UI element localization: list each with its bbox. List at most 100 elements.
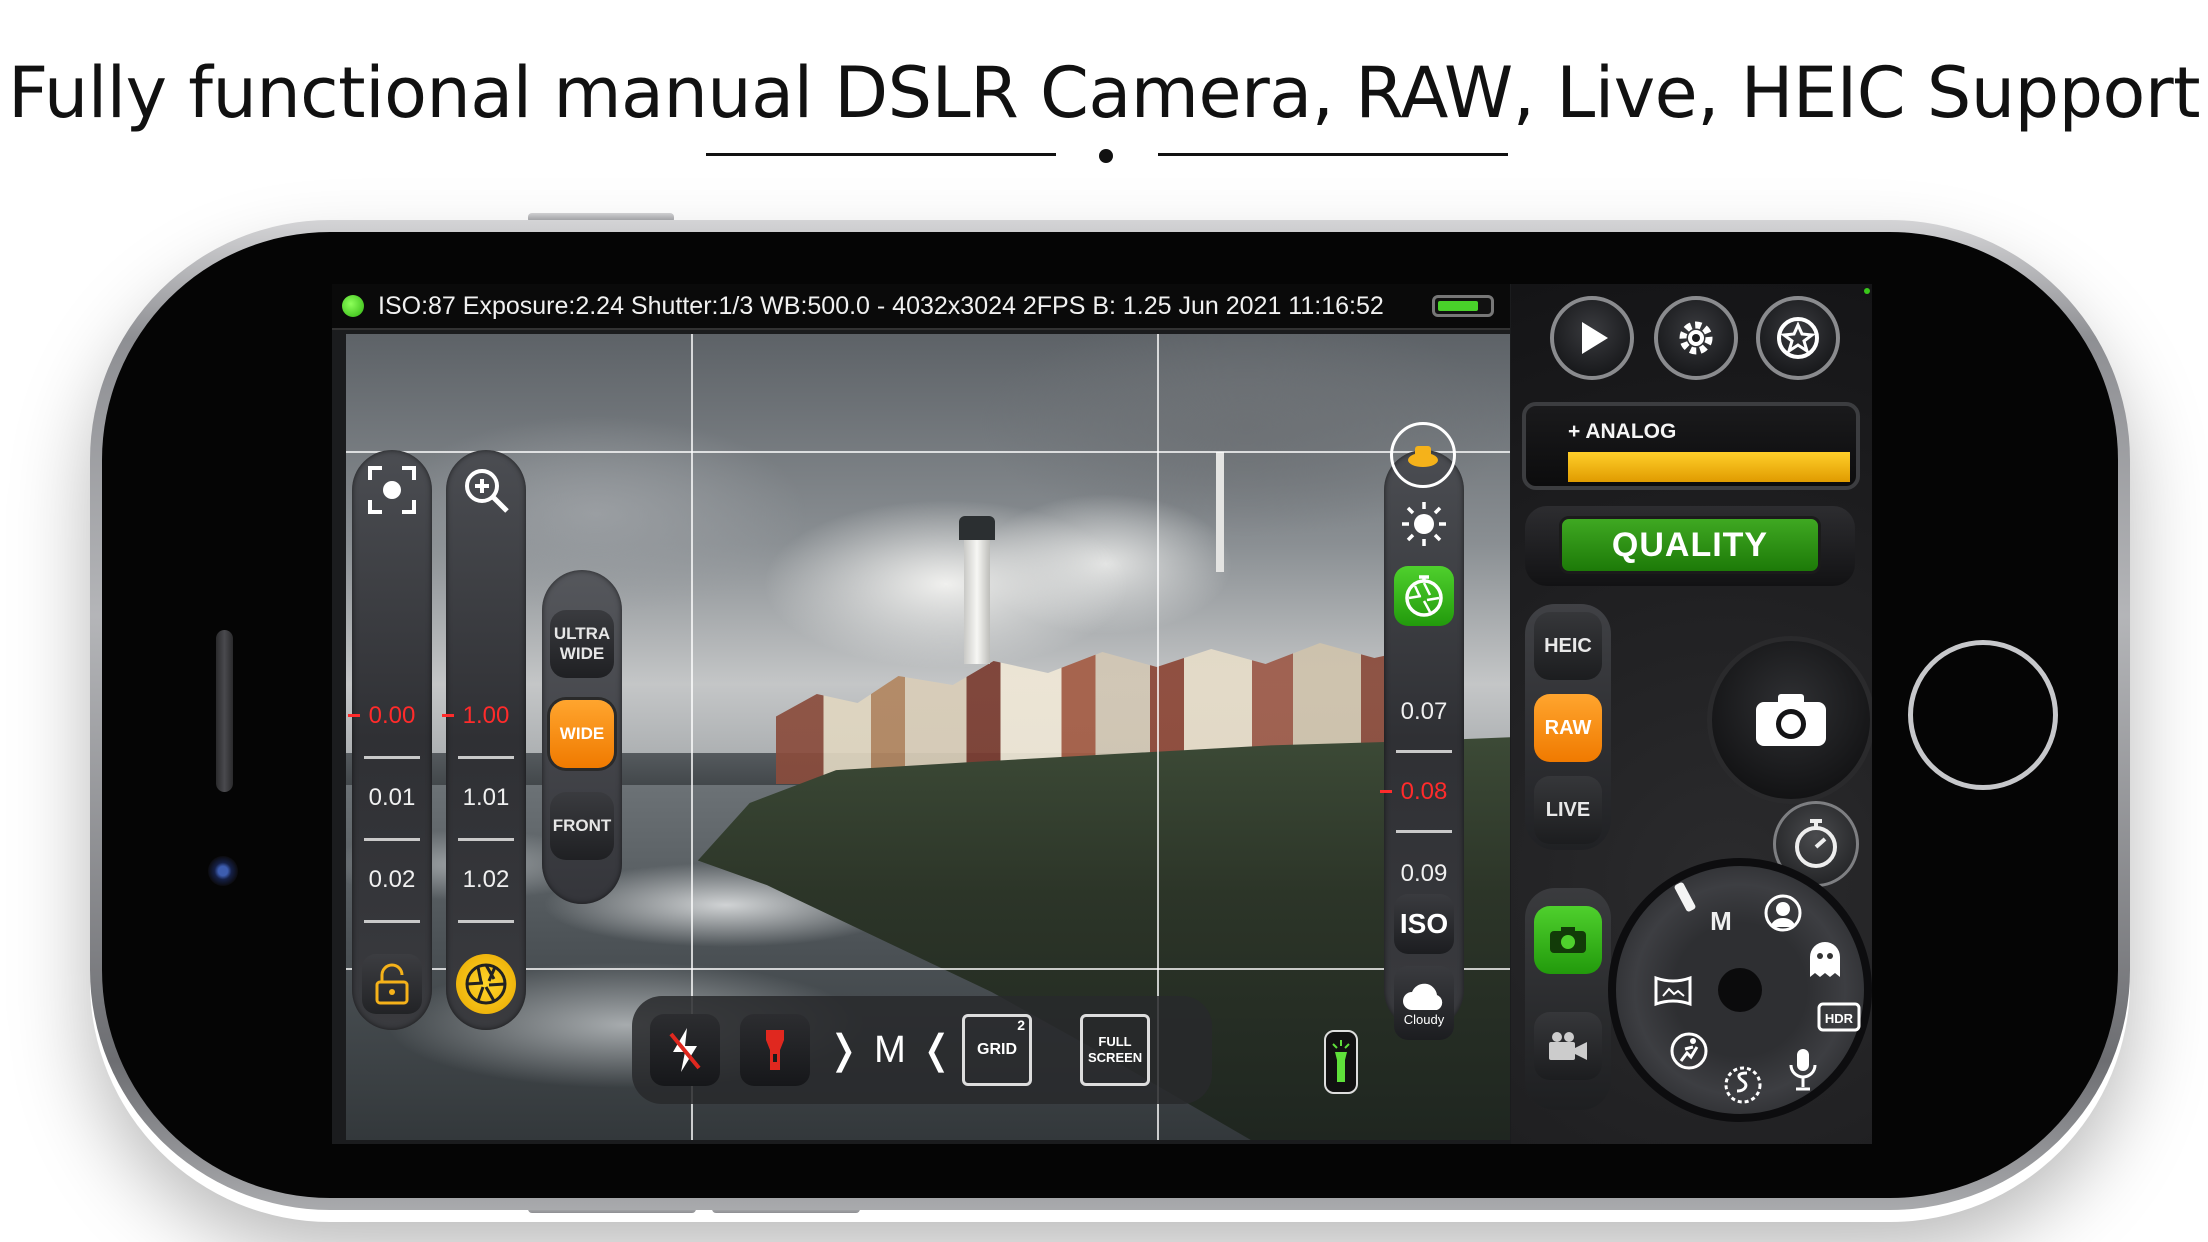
settings-button[interactable] bbox=[1654, 296, 1738, 380]
white-balance-button[interactable]: Cloudy bbox=[1394, 966, 1454, 1040]
focus-tick bbox=[364, 920, 420, 923]
camera-icon bbox=[1550, 927, 1586, 953]
photo-mode-button[interactable] bbox=[1534, 906, 1602, 974]
exposure-tick bbox=[1396, 750, 1452, 753]
bottom-toolbar: ❭ M ❬ 2 GRID FULL SCREEN bbox=[632, 996, 1212, 1104]
focus-tick bbox=[364, 838, 420, 841]
capture-mode-selector bbox=[1525, 888, 1611, 1110]
lens-selector: ULTRA WIDE WIDE FRONT bbox=[542, 570, 622, 904]
play-icon bbox=[1582, 322, 1608, 354]
flashlight-icon bbox=[766, 1030, 784, 1070]
camera-icon bbox=[1756, 694, 1826, 746]
headline-underline-left bbox=[706, 153, 1056, 156]
front-camera bbox=[208, 856, 238, 886]
active-value-marker bbox=[348, 714, 360, 717]
quality-panel: QUALITY bbox=[1525, 506, 1855, 586]
shutter-star-icon bbox=[1777, 317, 1819, 359]
battery-icon bbox=[1432, 295, 1494, 317]
chevron-right-icon: ❭ bbox=[826, 1028, 861, 1072]
focus-slider[interactable]: 0.00 0.01 0.02 bbox=[348, 450, 432, 1030]
quality-button[interactable]: QUALITY bbox=[1559, 516, 1821, 574]
status-text: ISO:87 Exposure:2.24 Shutter:1/3 WB:500.… bbox=[378, 292, 1384, 320]
focus-tick bbox=[364, 756, 420, 759]
active-value-marker bbox=[442, 714, 454, 717]
dial-center bbox=[1718, 968, 1762, 1012]
app-screen: ISO:87 Exposure:2.24 Shutter:1/3 WB:500.… bbox=[332, 284, 1872, 1144]
focus-lock-button[interactable] bbox=[362, 954, 422, 1014]
exposure-value: 0.09 bbox=[1400, 860, 1448, 887]
grid-label: GRID bbox=[977, 1041, 1017, 1058]
video-mode-button[interactable] bbox=[1534, 1012, 1602, 1080]
format-live-button[interactable]: LIVE bbox=[1534, 776, 1602, 844]
zoom-tick bbox=[458, 756, 514, 759]
lens-wide-button[interactable]: WIDE bbox=[550, 700, 614, 768]
gallery-play-button[interactable] bbox=[1550, 296, 1634, 380]
gear-icon bbox=[1679, 321, 1713, 355]
mode-label: M bbox=[874, 1028, 906, 1071]
analog-label: + ANALOG bbox=[1568, 420, 1677, 443]
torch-button[interactable] bbox=[740, 1014, 810, 1086]
cloud-icon bbox=[1403, 983, 1443, 1010]
scene-minaret bbox=[1216, 452, 1224, 572]
shutter-speed-button[interactable] bbox=[1394, 566, 1454, 626]
grid-count: 2 bbox=[1017, 1017, 1025, 1033]
lens-front-button[interactable]: FRONT bbox=[550, 792, 614, 860]
dial-hdr-icon[interactable]: HDR bbox=[1816, 994, 1862, 1040]
focus-value: 0.01 bbox=[368, 784, 416, 811]
status-indicator-icon bbox=[342, 295, 364, 317]
format-heic-button[interactable]: HEIC bbox=[1534, 612, 1602, 680]
dial-portrait-icon[interactable] bbox=[1760, 890, 1806, 936]
exposure-tick bbox=[1396, 830, 1452, 833]
mode-selector[interactable]: ❭ M ❬ bbox=[827, 1014, 954, 1086]
dial-panorama-icon[interactable] bbox=[1650, 968, 1696, 1014]
fullscreen-label: FULL SCREEN bbox=[1088, 1034, 1143, 1065]
exposure-value: 0.07 bbox=[1400, 698, 1448, 725]
dial-sport-icon[interactable] bbox=[1666, 1028, 1712, 1074]
exposure-reset-icon[interactable] bbox=[1390, 422, 1456, 488]
zoom-value: 1.01 bbox=[462, 784, 510, 811]
dial-ghost-icon[interactable] bbox=[1802, 936, 1848, 982]
active-value-marker bbox=[1380, 790, 1392, 793]
zoom-value: 1.02 bbox=[462, 866, 510, 893]
headline-underline-right bbox=[1158, 153, 1508, 156]
filters-button[interactable] bbox=[1756, 296, 1840, 380]
focus-value: 0.02 bbox=[368, 866, 416, 893]
grid-line-horizontal-1 bbox=[346, 451, 1510, 453]
aperture-icon bbox=[465, 963, 507, 1005]
exposure-value: 0.08 bbox=[1380, 778, 1464, 806]
grid-button[interactable]: 2 GRID bbox=[962, 1014, 1032, 1086]
zoom-tick bbox=[458, 920, 514, 923]
iso-button[interactable]: ISO bbox=[1394, 894, 1454, 954]
lock-icon bbox=[375, 963, 409, 1005]
status-bar: ISO:87 Exposure:2.24 Shutter:1/3 WB:500.… bbox=[332, 284, 1510, 330]
zoom-slider[interactable]: 1.00 1.01 1.02 bbox=[442, 450, 526, 1030]
dial-manual-label[interactable]: M bbox=[1698, 898, 1744, 944]
battery-level bbox=[1438, 301, 1478, 311]
flash-off-icon bbox=[669, 1028, 701, 1072]
exposure-slider[interactable]: 0.07 0.08 0.09 ISO Cloudy bbox=[1380, 422, 1464, 1040]
format-raw-button[interactable]: RAW bbox=[1534, 694, 1602, 762]
white-balance-label: Cloudy bbox=[1403, 1011, 1445, 1027]
analog-level-bar bbox=[1568, 452, 1850, 482]
level-torch-icon[interactable] bbox=[1324, 1030, 1358, 1094]
speaker-grille bbox=[216, 630, 233, 792]
svg-text:HDR: HDR bbox=[1825, 1011, 1854, 1026]
zoom-icon[interactable] bbox=[456, 460, 516, 520]
shutter-button[interactable] bbox=[1707, 636, 1872, 804]
dial-slowmo-icon[interactable] bbox=[1720, 1062, 1766, 1108]
lens-ultra-wide-button[interactable]: ULTRA WIDE bbox=[550, 610, 614, 678]
format-selector: HEIC RAW LIVE bbox=[1525, 604, 1611, 850]
home-button[interactable] bbox=[1908, 640, 2058, 790]
aperture-button[interactable] bbox=[456, 954, 516, 1014]
focus-target-icon[interactable] bbox=[362, 460, 422, 520]
chevron-left-icon: ❬ bbox=[919, 1028, 954, 1072]
flash-off-button[interactable] bbox=[650, 1014, 720, 1086]
fullscreen-button[interactable]: FULL SCREEN bbox=[1080, 1014, 1150, 1086]
dial-microphone-icon[interactable] bbox=[1780, 1046, 1826, 1092]
video-camera-icon bbox=[1549, 1032, 1587, 1060]
analog-meter[interactable]: + ANALOG bbox=[1522, 402, 1860, 490]
focus-value: 0.00 bbox=[348, 702, 432, 730]
zoom-tick bbox=[458, 838, 514, 841]
brightness-icon[interactable] bbox=[1394, 494, 1454, 554]
scene-lighthouse-lamp bbox=[959, 516, 995, 540]
